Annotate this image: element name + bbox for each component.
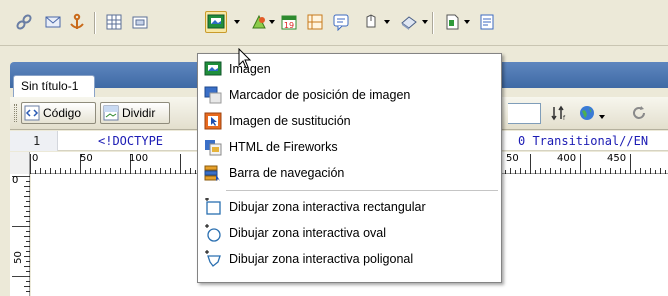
email-link-icon (45, 16, 61, 28)
image-insert-menu: Imagen Marcador de posición de imagen Im… (197, 53, 502, 283)
document-tab-title: Sin título-1 (21, 79, 79, 93)
hyperlink-button[interactable] (13, 11, 35, 33)
menu-item-label: HTML de Fireworks (229, 140, 338, 154)
chevron-down-icon (464, 20, 470, 24)
code-view-button[interactable]: Código (21, 102, 96, 124)
mouse-pointer-icon (238, 47, 252, 73)
tag-chooser-icon (366, 14, 376, 28)
head-dropdown-arrow[interactable] (421, 18, 429, 26)
toolbar-grip[interactable] (14, 104, 17, 122)
chevron-down-icon (422, 20, 428, 24)
toolbar-separator (432, 12, 434, 34)
code-view-icon (24, 105, 40, 121)
navigation-bar-icon (204, 164, 222, 182)
templates-icon (307, 14, 323, 30)
chevron-down-icon (234, 20, 240, 24)
menu-item-image-placeholder[interactable]: Marcador de posición de imagen (199, 83, 500, 107)
menu-item-label: Barra de navegación (229, 166, 345, 180)
image-icon (207, 14, 225, 29)
ruler-label: 0 (32, 153, 39, 164)
polygon-hotspot-icon (204, 250, 222, 268)
preview-browser-icon[interactable] (578, 104, 596, 125)
menu-item-fireworks-html[interactable]: HTML de Fireworks (199, 135, 500, 159)
ruler-label: 100 (129, 153, 149, 164)
script-icon (446, 14, 459, 30)
code-text-right: 0 Transitional//EN (518, 134, 649, 148)
svg-text:f: f (563, 115, 566, 122)
ruler-label: 50 (80, 153, 93, 164)
refresh-icon[interactable] (630, 104, 648, 125)
image-button[interactable] (205, 11, 227, 33)
code-view-label: Código (43, 106, 82, 120)
server-side-include-button[interactable] (304, 11, 326, 33)
split-view-button[interactable]: Dividir (100, 102, 170, 124)
code-text-left: <!DOCTYPE (98, 134, 171, 148)
rollover-image-icon (204, 112, 222, 130)
file-management-icon[interactable]: f (550, 104, 568, 125)
ruler-label: 0 (12, 175, 19, 186)
split-view-icon (103, 105, 119, 121)
split-view-label: Dividir (122, 106, 156, 120)
ruler-label: 400 (557, 153, 577, 164)
form-icon (480, 14, 494, 30)
table-button[interactable] (103, 11, 125, 33)
comment-button[interactable] (330, 11, 352, 33)
toolbar-separator (94, 12, 96, 34)
chevron-down-icon[interactable] (598, 110, 606, 124)
vertical-ruler-ticks (12, 176, 30, 292)
media-button[interactable] (248, 11, 270, 33)
menu-separator (226, 190, 498, 191)
image-placeholder-icon (204, 86, 222, 104)
rectangle-hotspot-icon (204, 198, 222, 216)
date-icon: 19 (281, 15, 297, 30)
date-button[interactable]: 19 (278, 11, 300, 33)
ruler-label: 450 (607, 153, 627, 164)
chevron-down-icon (269, 20, 275, 24)
menu-item-label: Marcador de posición de imagen (229, 88, 411, 102)
menu-item-navigation-bar[interactable]: Barra de navegación (199, 161, 500, 185)
line-number: 1 (33, 134, 41, 148)
media-dropdown-arrow[interactable] (268, 18, 276, 26)
insert-toolbar: 19 (0, 0, 668, 46)
table-icon (106, 14, 122, 30)
form-button[interactable] (476, 11, 498, 33)
menu-item-rectangle-hotspot[interactable]: Dibujar zona interactiva rectangular (199, 195, 500, 219)
image-dropdown-arrow[interactable] (233, 18, 241, 26)
layer-button[interactable] (129, 11, 151, 33)
menu-item-polygon-hotspot[interactable]: Dibujar zona interactiva poligonal (199, 247, 500, 271)
ruler-label: 50 (12, 251, 24, 264)
head-icon (401, 16, 417, 30)
layer-icon (132, 16, 148, 29)
document-title-input[interactable] (508, 103, 541, 124)
named-anchor-button[interactable] (66, 11, 88, 33)
comment-icon (333, 14, 349, 31)
menu-item-label: Dibujar zona interactiva rectangular (229, 200, 426, 214)
menu-item-label: Imagen de sustitución (229, 114, 351, 128)
script-dropdown-arrow[interactable] (463, 18, 471, 26)
hyperlink-icon (16, 14, 32, 30)
media-icon (252, 14, 266, 29)
menu-item-rollover-image[interactable]: Imagen de sustitución (199, 109, 500, 133)
head-button[interactable] (398, 11, 420, 33)
vertical-ruler: 0 50 (10, 174, 30, 296)
image-icon (204, 60, 222, 78)
chevron-down-icon (384, 20, 390, 24)
menu-item-label: Dibujar zona interactiva poligonal (229, 252, 414, 266)
menu-item-label: Dibujar zona interactiva oval (229, 226, 387, 240)
named-anchor-icon (70, 13, 84, 29)
script-button[interactable] (441, 11, 463, 33)
tag-chooser-button[interactable] (360, 11, 382, 33)
email-link-button[interactable] (42, 11, 64, 33)
menu-item-oval-hotspot[interactable]: Dibujar zona interactiva oval (199, 221, 500, 245)
tag-dropdown-arrow[interactable] (383, 18, 391, 26)
svg-text:19: 19 (284, 21, 294, 30)
fireworks-html-icon (204, 138, 222, 156)
oval-hotspot-icon (204, 224, 222, 242)
ruler-label: 50 (506, 153, 519, 164)
document-tab[interactable]: Sin título-1 (13, 75, 95, 97)
